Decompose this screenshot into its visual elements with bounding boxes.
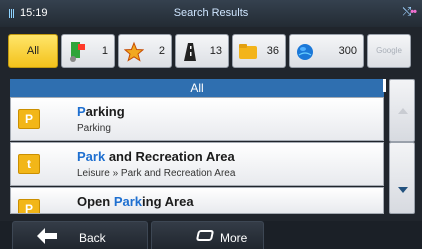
tab-places[interactable]: 36 (232, 34, 286, 68)
result-category: Parking (77, 123, 111, 134)
list-header: All (10, 79, 384, 97)
more-button[interactable]: More (151, 221, 264, 249)
tab-saved-places[interactable]: 1 (61, 34, 115, 68)
list-item[interactable]: P Open Parking Area (10, 187, 384, 214)
back-arrow-icon (37, 228, 57, 244)
road-icon (184, 43, 196, 61)
globe-icon (297, 44, 313, 60)
list-item[interactable]: P Parking Parking (10, 97, 384, 141)
parking-icon: P (18, 199, 40, 213)
gps-icon: ⤭•• (402, 6, 416, 18)
list-item[interactable]: t Park and Recreation Area Leisure » Par… (10, 142, 384, 186)
result-name: Parking (77, 104, 125, 119)
tab-all[interactable]: All (8, 34, 58, 68)
tab-google[interactable]: Google (367, 34, 411, 68)
tab-count: 300 (338, 45, 357, 57)
scroll-indicator (383, 79, 386, 92)
tab-count: 13 (209, 45, 222, 57)
result-name: Open Parking Area (77, 194, 194, 209)
screen-title: Search Results (173, 7, 249, 19)
google-logo: Google (376, 46, 402, 55)
tab-count: 36 (266, 45, 279, 57)
status-bar: 15:19 Search Results ⤭•• (0, 0, 422, 27)
tab-count: 2 (158, 45, 165, 57)
result-name: Park and Recreation Area (77, 149, 235, 164)
parking-icon: P (18, 109, 40, 129)
more-icon (195, 230, 215, 241)
back-label: Back (79, 231, 106, 245)
chevron-up-icon (398, 108, 408, 114)
scroll-up-button[interactable] (389, 79, 415, 142)
more-label: More (220, 231, 248, 245)
tab-count: 1 (101, 45, 108, 57)
tab-label: All (26, 45, 40, 57)
star-icon (124, 41, 144, 62)
back-button[interactable]: Back (12, 221, 148, 249)
chevron-down-icon (398, 187, 408, 193)
tab-online[interactable]: 300 (289, 34, 364, 68)
tab-favorites[interactable]: 2 (118, 34, 172, 68)
bottom-bar: Back More (0, 221, 422, 249)
map-pin-icon (70, 42, 85, 62)
result-category: Leisure » Park and Recreation Area (77, 168, 236, 179)
tab-roads[interactable]: 13 (175, 34, 229, 68)
folder-icon (239, 44, 257, 59)
park-recreation-icon: t (18, 154, 40, 174)
filter-tabs: All 1 2 13 36 300 Google (8, 34, 411, 71)
scroll-down-button[interactable] (389, 142, 415, 214)
